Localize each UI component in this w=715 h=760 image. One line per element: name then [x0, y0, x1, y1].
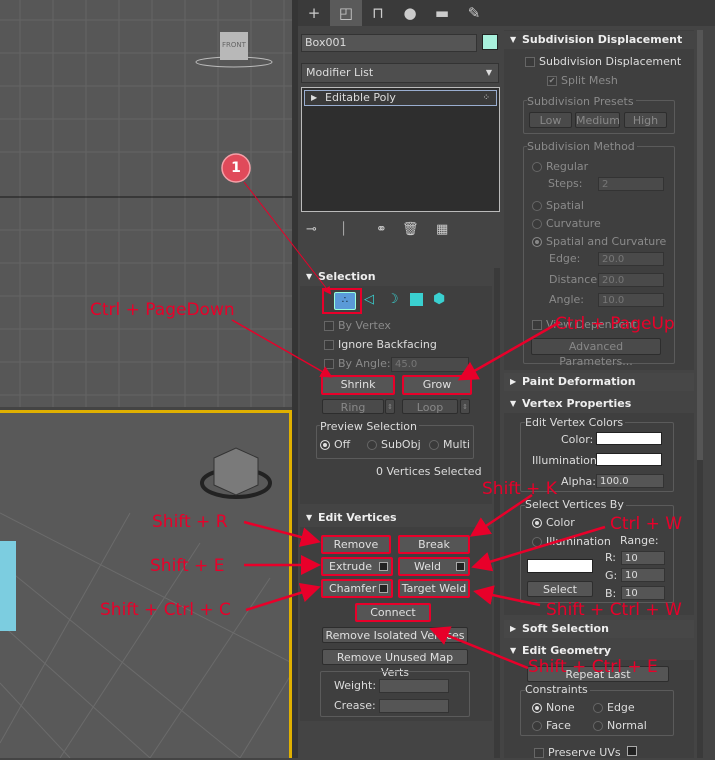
- annotation-marker-1: 1: [231, 160, 241, 176]
- annotation-shift-r: Shift + R: [152, 512, 228, 532]
- annotation-shift-ctrl-w: Shift + Ctrl + W: [546, 600, 682, 620]
- annotation-shift-e: Shift + E: [150, 556, 225, 576]
- annotation-arrows: [221, 153, 606, 670]
- annotation-shift-k: Shift + K: [482, 479, 557, 499]
- annotation-shift-ctrl-e: Shift + Ctrl + E: [528, 657, 658, 677]
- annotation-ctrl-pageup: Ctrl + PageUp: [555, 314, 675, 334]
- annotation-ctrl-w: Ctrl + W: [610, 514, 683, 534]
- annotation-ctrl-pagedown: Ctrl + PageDown: [90, 300, 235, 320]
- annotation-shift-ctrl-c: Shift + Ctrl + C: [100, 600, 231, 620]
